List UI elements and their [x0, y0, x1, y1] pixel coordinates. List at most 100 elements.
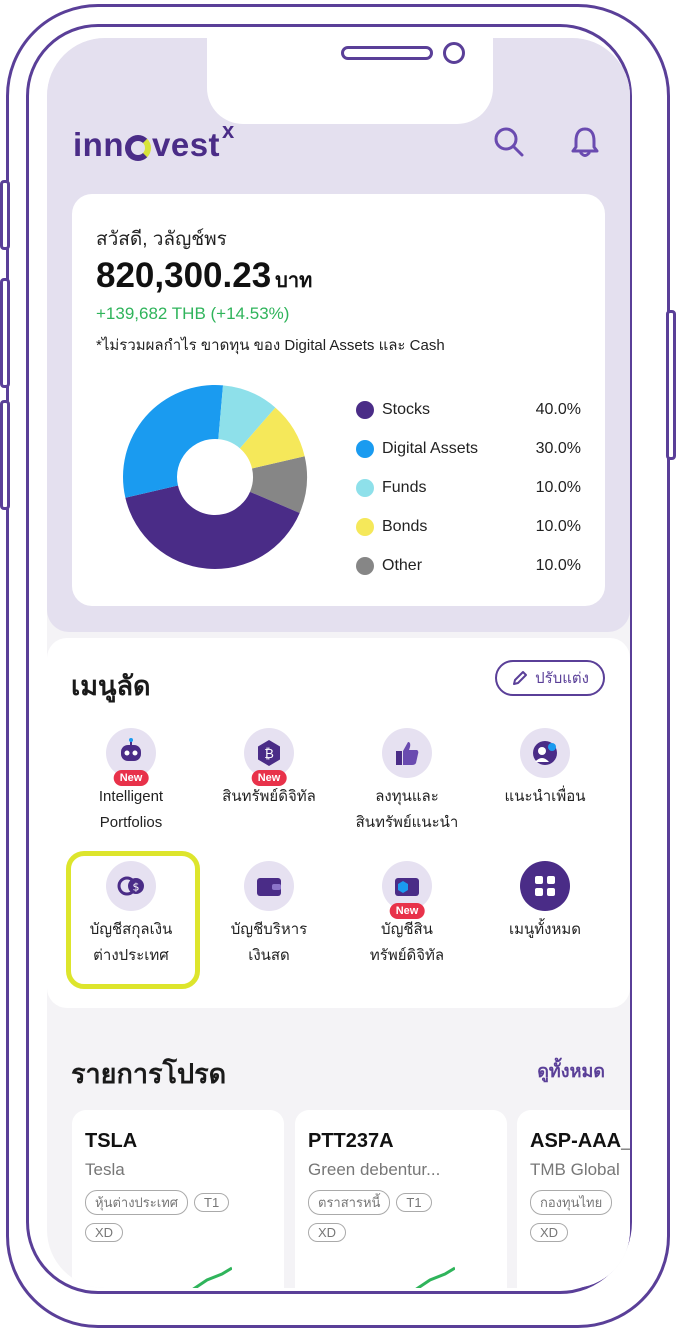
legend-value: 10.0% — [535, 478, 581, 496]
shortcut-refer-friend[interactable]: แนะนำเพื่อน — [475, 728, 615, 810]
greeting-text: สวัสดี, วลัญช์พร — [96, 229, 227, 250]
shortcut-label: ลงทุนและ — [375, 788, 439, 805]
tag: XD — [530, 1223, 569, 1242]
legend-swatch — [356, 517, 374, 536]
shortcut-label: แนะนำเพื่อน — [504, 788, 586, 805]
search-icon[interactable] — [491, 124, 527, 160]
see-all-link[interactable]: ดูทั้งหมด — [537, 1056, 605, 1085]
header-area: inn vest x สวัสดี, วลัญช์พร 820,300.23 บาท … — [47, 38, 630, 632]
shortcut-menu-title: เมนูลัด — [71, 671, 151, 701]
app-logo: inn vest x — [73, 118, 235, 163]
tag: T1 — [396, 1193, 432, 1212]
currency-label: บาท — [275, 270, 313, 292]
shortcut-digital-assets[interactable]: ₿ New สินทรัพย์ดิจิทัล — [199, 728, 339, 810]
sparkline — [415, 1266, 455, 1288]
app-screen: inn vest x สวัสดี, วลัญช์พร 820,300.23 บาท … — [47, 38, 630, 1288]
tag: XD — [308, 1223, 347, 1242]
shortcut-label: Portfolios — [99, 814, 163, 831]
new-badge: New — [389, 903, 425, 919]
shortcut-intelligent-portfolios[interactable]: New Intelligent Portfolios — [61, 728, 201, 836]
portfolio-change: +139,682 THB (+14.53%) — [96, 304, 290, 323]
phone-side-button — [0, 400, 10, 510]
pencil-icon — [513, 671, 528, 685]
legend-label: Bonds — [382, 517, 428, 535]
shortcut-label: ทรัพย์ดิจิทัล — [369, 947, 445, 964]
shortcut-label: บัญชีสกุลเงิน — [89, 921, 173, 938]
legend-value: 10.0% — [535, 556, 581, 574]
shortcut-recommended-investments[interactable]: ลงทุนและ สินทรัพย์แนะนำ — [337, 728, 477, 836]
shortcut-label: สินทรัพย์ดิจิทัล — [222, 788, 316, 805]
currency-exchange-icon: $ — [106, 861, 156, 911]
thumbs-up-icon — [382, 728, 432, 778]
refer-friend-icon — [520, 728, 570, 778]
favorite-name: TMB Global — [530, 1160, 620, 1179]
legend-label: Other — [382, 556, 423, 574]
allocation-donut-chart — [123, 385, 307, 569]
tag: ตราสารหนี้ — [308, 1190, 391, 1215]
camera-dot — [443, 42, 465, 64]
favorite-card[interactable]: TSLA Tesla หุ้นต่างประเทศ T1 XD — [72, 1110, 284, 1288]
favorite-name: Green debentur... — [308, 1160, 441, 1179]
robot-icon: New — [106, 728, 156, 786]
favorite-symbol: TSLA — [85, 1130, 138, 1152]
speaker-slot — [341, 46, 433, 60]
tag: T1 — [194, 1193, 230, 1212]
shortcut-foreign-currency-account[interactable]: $ บัญชีสกุลเงิน ต่างประเทศ — [61, 861, 201, 969]
phone-side-button — [0, 180, 10, 250]
shortcut-label: สินทรัพย์แนะนำ — [355, 814, 459, 831]
sparkline — [192, 1266, 232, 1288]
favorite-name: Tesla — [85, 1160, 125, 1179]
shortcut-label: เงินสด — [248, 947, 290, 964]
portfolio-note: *ไม่รวมผลกำไร ขาดทุน ของ Digital Assets … — [96, 337, 445, 354]
shortcut-label: บัญชีบริหาร — [230, 921, 308, 938]
legend-value: 10.0% — [535, 517, 581, 535]
favorites-title: รายการโปรด — [71, 1059, 227, 1089]
phone-side-button — [0, 278, 10, 388]
svg-text:$: $ — [133, 881, 140, 894]
legend-swatch — [356, 556, 374, 575]
grid-icon — [520, 861, 570, 911]
legend-label: Funds — [382, 478, 427, 496]
svg-text:₿: ₿ — [264, 747, 274, 762]
favorite-card[interactable]: PTT237A Green debentur... ตราสารหนี้ T1 X… — [295, 1110, 507, 1288]
favorite-symbol: ASP-AAA_ — [530, 1130, 630, 1152]
legend-item: Funds 10.0% — [356, 468, 581, 507]
phone-side-button — [666, 310, 676, 460]
shortcut-digital-asset-account[interactable]: New บัญชีสิน ทรัพย์ดิจิทัล — [337, 861, 477, 969]
phone-notch — [207, 38, 493, 124]
logo-o-mark — [124, 135, 151, 161]
legend-swatch — [356, 478, 374, 497]
shortcut-cash-management-account[interactable]: บัญชีบริหาร เงินสด — [199, 861, 339, 969]
legend-item: Bonds 10.0% — [356, 507, 581, 546]
wallet-icon — [244, 861, 294, 911]
tag: กองทุนไทย — [530, 1190, 613, 1215]
legend-label: Digital Assets — [382, 439, 479, 457]
new-badge: New — [113, 770, 149, 786]
legend-label: Stocks — [382, 400, 431, 418]
favorite-card[interactable]: ASP-AAA_ TMB Global กองทุนไทย XD — [517, 1110, 630, 1288]
new-badge: New — [251, 770, 287, 786]
customize-button[interactable]: ปรับแต่ง — [495, 660, 605, 696]
legend-value: 30.0% — [535, 439, 581, 457]
digital-wallet-icon: New — [382, 861, 432, 919]
legend-swatch — [356, 400, 374, 419]
shortcut-label: ต่างประเทศ — [93, 947, 169, 964]
shortcut-label: เมนูทั้งหมด — [509, 921, 581, 938]
legend-value: 40.0% — [535, 400, 581, 418]
legend-item: Digital Assets 30.0% — [356, 429, 581, 468]
portfolio-total: 820,300.23 บาท — [96, 256, 312, 296]
legend-item: Stocks 40.0% — [356, 390, 581, 429]
customize-label: ปรับแต่ง — [535, 670, 589, 687]
chart-legend: Stocks 40.0% Digital Assets 30.0% Funds 10.0%… — [356, 390, 581, 585]
crypto-icon: ₿ New — [244, 728, 294, 786]
total-value: 820,300.23 — [96, 256, 272, 295]
shortcut-label: บัญชีสิน — [381, 921, 433, 938]
shortcut-label: Intelligent — [98, 788, 164, 805]
portfolio-card[interactable]: สวัสดี, วลัญช์พร 820,300.23 บาท +139,682 … — [72, 194, 605, 606]
legend-swatch — [356, 439, 374, 458]
pie-slice-digital-assets — [123, 385, 224, 498]
shortcut-all-menus[interactable]: เมนูทั้งหมด — [475, 861, 615, 943]
legend-item: Other 10.0% — [356, 546, 581, 585]
tag: หุ้นต่างประเทศ — [85, 1190, 189, 1215]
bell-icon[interactable] — [567, 124, 603, 160]
